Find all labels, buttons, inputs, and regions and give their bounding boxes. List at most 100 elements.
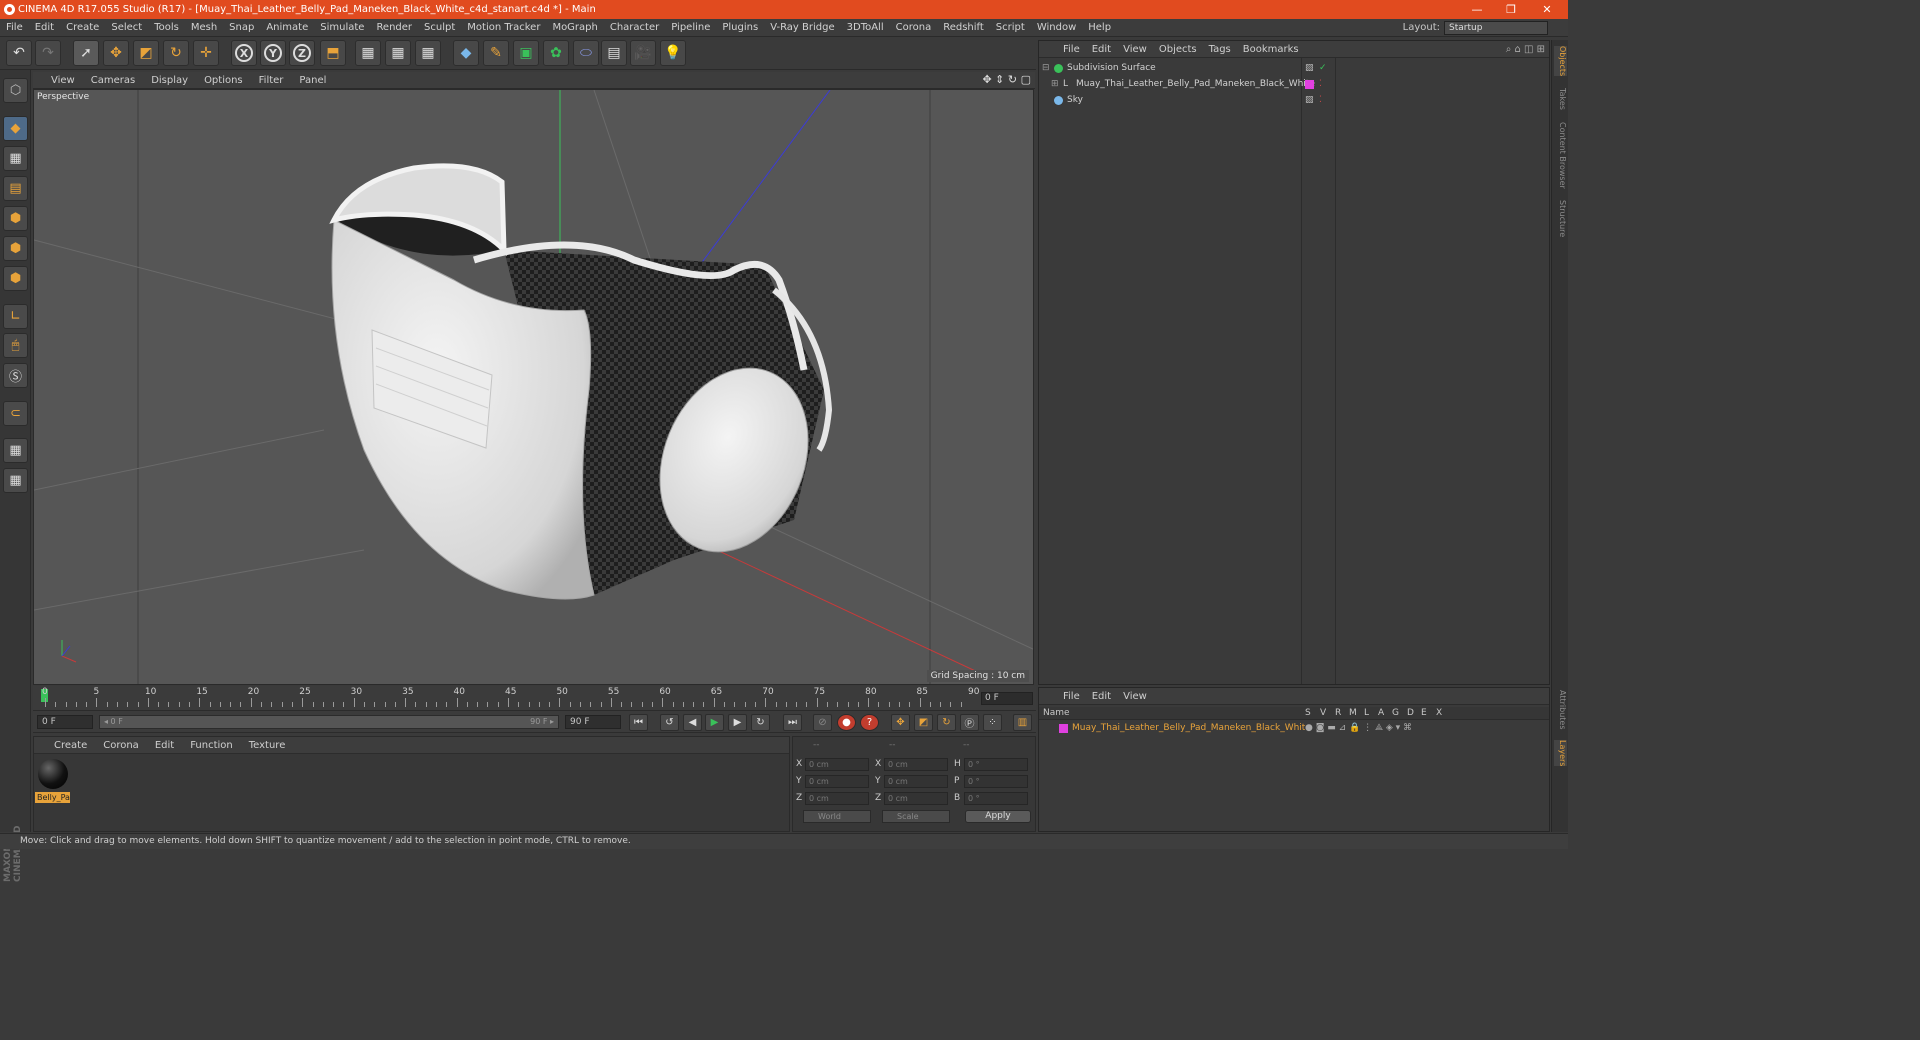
menu-create[interactable]: Create — [60, 19, 105, 37]
viewport-menu-view[interactable]: View — [43, 72, 83, 89]
viewport-navigation-icons[interactable]: ✥ ⇕ ↻ ▢ — [982, 73, 1031, 86]
current-frame-field[interactable]: 0 F — [981, 692, 1033, 705]
key-rotation-icon[interactable]: ↻ — [937, 714, 956, 731]
cube-primitive-icon[interactable]: ◆ — [453, 40, 479, 66]
previous-frame-icon[interactable]: ◀ — [683, 714, 702, 731]
x-axis-lock-icon[interactable]: X — [231, 40, 257, 66]
menu-pipeline[interactable]: Pipeline — [665, 19, 716, 37]
material-preview-ball[interactable] — [38, 759, 68, 789]
material-menu-texture[interactable]: Texture — [241, 737, 294, 754]
timeline-window-icon[interactable]: ▥ — [1013, 714, 1032, 731]
object-search-home-icons[interactable]: ⌕ ⌂ ◫ ⊞ — [1506, 41, 1545, 58]
visibility-dots-icon[interactable]: ⁚ — [1319, 92, 1322, 108]
viewport-menu-cameras[interactable]: Cameras — [83, 72, 143, 89]
camera-icon[interactable]: 🎥 — [630, 40, 656, 66]
viewport-perspective[interactable]: Perspective Grid Spacing : 10 cm — [33, 89, 1034, 685]
menu-simulate[interactable]: Simulate — [314, 19, 370, 37]
previous-key-icon[interactable]: ↺ — [660, 714, 679, 731]
play-forward-icon[interactable]: ▶ — [705, 714, 724, 731]
coordinate-mode-dropdown[interactable]: World — [803, 810, 871, 823]
layout-select[interactable]: Startup — [1444, 21, 1548, 35]
expand-toggle-icon[interactable]: ⊞ — [1051, 76, 1059, 92]
autokeying-icon[interactable]: ? — [860, 714, 879, 731]
rotation-p-field[interactable]: 0 ° — [964, 775, 1028, 788]
material-menu-edit[interactable]: Edit — [147, 737, 182, 754]
record-active-objects-icon[interactable]: ● — [837, 714, 856, 731]
visibility-toggle-icon[interactable]: ▨ — [1305, 92, 1314, 108]
menu-corona[interactable]: Corona — [890, 19, 938, 37]
go-to-start-icon[interactable]: ⏮ — [629, 714, 648, 731]
key-scale-icon[interactable]: ◩ — [914, 714, 933, 731]
menu-select[interactable]: Select — [105, 19, 148, 37]
layer-menu-file[interactable]: File — [1057, 688, 1086, 705]
viewport-menu-filter[interactable]: Filter — [251, 72, 292, 89]
menu-mograph[interactable]: MoGraph — [546, 19, 603, 37]
menu-tools[interactable]: Tools — [148, 19, 185, 37]
object-menu-objects[interactable]: Objects — [1153, 41, 1203, 58]
axis-mode-icon[interactable]: ∟ — [3, 304, 28, 329]
menu-file[interactable]: File — [0, 19, 29, 37]
menu-plugins[interactable]: Plugins — [716, 19, 764, 37]
collapse-toggle-icon[interactable]: ⊟ — [1042, 60, 1050, 76]
close-button[interactable]: ✕ — [1530, 0, 1564, 19]
z-axis-lock-icon[interactable]: Z — [289, 40, 315, 66]
tab-takes[interactable]: Takes — [1554, 88, 1567, 110]
transform-mode-dropdown[interactable]: Scale — [882, 810, 950, 823]
record-keys-disabled-icon[interactable]: ⊘ — [813, 714, 832, 731]
object-row-sky[interactable]: Sky ▨ ⁚ — [1039, 92, 1549, 108]
render-view-icon[interactable]: ▦ — [355, 40, 381, 66]
material-menu-function[interactable]: Function — [182, 737, 241, 754]
spline-pen-icon[interactable]: ✎ — [483, 40, 509, 66]
polygons-mode-icon[interactable]: ⬢ — [3, 266, 28, 291]
tab-content-browser[interactable]: Content Browser — [1554, 122, 1567, 189]
size-z-field[interactable]: 0 cm — [884, 792, 948, 805]
texture-mode-icon[interactable]: ▦ — [3, 146, 28, 171]
recent-tools-icon[interactable]: ✛ — [193, 40, 219, 66]
go-to-end-icon[interactable]: ⏭ — [783, 714, 802, 731]
tweak-mode-icon[interactable]: 🖱 — [3, 333, 28, 358]
material-name-label[interactable]: Belly_Pa — [35, 792, 70, 803]
menu-mesh[interactable]: Mesh — [185, 19, 223, 37]
deformer-icon[interactable]: ⬭ — [573, 40, 599, 66]
next-key-icon[interactable]: ↻ — [751, 714, 770, 731]
menu-script[interactable]: Script — [990, 19, 1031, 37]
layer-color-swatch[interactable] — [1059, 724, 1068, 733]
viewport-menu-panel[interactable]: Panel — [291, 72, 334, 89]
live-selection-icon[interactable]: ➚ — [73, 40, 99, 66]
apply-button[interactable]: Apply — [965, 810, 1031, 823]
tab-layers[interactable]: Layers — [1554, 740, 1567, 767]
subdivision-surface-icon[interactable]: ▣ — [513, 40, 539, 66]
visibility-toggle-icon[interactable]: ▨ — [1305, 60, 1314, 76]
position-x-field[interactable]: 0 cm — [805, 758, 869, 771]
object-menu-edit[interactable]: Edit — [1086, 41, 1117, 58]
layer-row[interactable]: Muay_Thai_Leather_Belly_Pad_Maneken_Blac… — [1039, 720, 1549, 736]
menu-sculpt[interactable]: Sculpt — [418, 19, 461, 37]
menu-character[interactable]: Character — [604, 19, 665, 37]
viewport-menu-display[interactable]: Display — [143, 72, 196, 89]
visibility-dots-icon[interactable]: ⁚ — [1319, 76, 1322, 92]
menu-animate[interactable]: Animate — [260, 19, 314, 37]
start-frame-field[interactable]: 0 F — [37, 715, 93, 729]
tab-objects[interactable]: Objects — [1554, 46, 1567, 77]
menu-snap[interactable]: Snap — [223, 19, 260, 37]
floor-scene-icon[interactable]: ▤ — [601, 40, 627, 66]
position-z-field[interactable]: 0 cm — [805, 792, 869, 805]
object-menu-bookmarks[interactable]: Bookmarks — [1237, 41, 1305, 58]
rotation-h-field[interactable]: 0 ° — [964, 758, 1028, 771]
position-y-field[interactable]: 0 cm — [805, 775, 869, 788]
preview-range-slider[interactable]: ◂ 0 F 90 F ▸ — [99, 715, 559, 729]
layer-menu-view[interactable]: View — [1117, 688, 1153, 705]
menu-render[interactable]: Render — [370, 19, 418, 37]
scale-tool-icon[interactable]: ◩ — [133, 40, 159, 66]
grid-snap-icon[interactable]: ▦ — [3, 468, 28, 493]
layer-toggle-icons[interactable]: ● ◙ ▬ ⊿ 🔒 ⋮ ⟁ ◈ ▾ ⌘ — [1305, 720, 1412, 736]
next-frame-icon[interactable]: ▶ — [728, 714, 747, 731]
key-point-level-icon[interactable]: ⁘ — [983, 714, 1002, 731]
timeline-ruler[interactable]: 0 5 10 15 20 25 30 35 40 45 50 55 60 65 70 75 80 85 90 0 F — [33, 686, 1036, 711]
render-picture-viewer-icon[interactable]: ▦ — [385, 40, 411, 66]
object-menu-tags[interactable]: Tags — [1203, 41, 1237, 58]
layer-color-swatch[interactable] — [1305, 80, 1314, 89]
layer-menu-edit[interactable]: Edit — [1086, 688, 1117, 705]
undo-icon[interactable]: ↶ — [6, 40, 32, 66]
menu-vray-bridge[interactable]: V-Ray Bridge — [764, 19, 840, 37]
